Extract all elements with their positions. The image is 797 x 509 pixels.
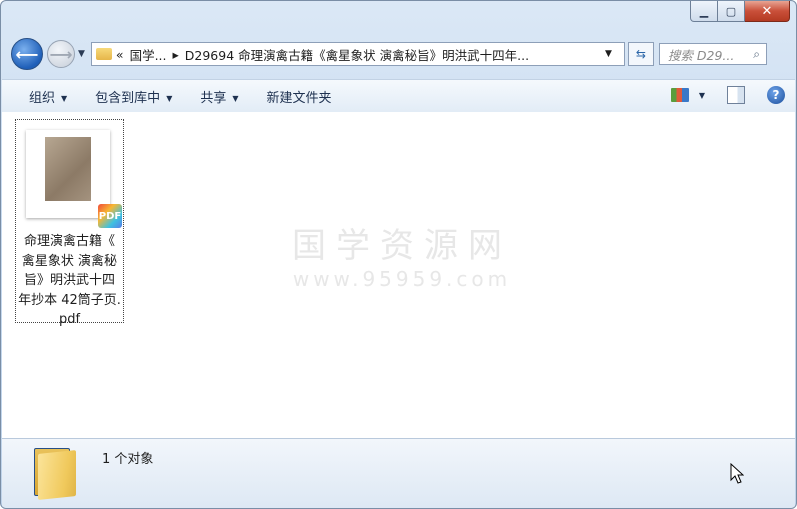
forward-button[interactable]: ⟶ xyxy=(47,40,75,68)
explorer-window: ▁ ▢ ✕ ⟵ ⟶ ▼ « 国学... ▸ D29694 命理演禽古籍《禽星象状… xyxy=(0,0,797,509)
maximize-button[interactable]: ▢ xyxy=(718,1,745,22)
close-button[interactable]: ✕ xyxy=(745,1,790,22)
watermark-title: 国学资源网 xyxy=(292,226,512,266)
view-controls: ▼ ? xyxy=(670,86,785,104)
command-bar: 组织 ▼ 包含到库中 ▼ 共享 ▼ 新建文件夹 ▼ ? xyxy=(2,79,795,113)
refresh-icon: ⇆ xyxy=(635,47,646,61)
file-name-line: pdf xyxy=(58,312,81,327)
view-options-icon[interactable] xyxy=(670,88,689,102)
breadcrumb-separator[interactable]: ▸ xyxy=(173,47,179,62)
folder-icon xyxy=(34,444,78,500)
history-dropdown[interactable]: ▼ xyxy=(78,49,85,59)
share-label: 共享 xyxy=(200,90,227,106)
arrow-right-icon: ⟶ xyxy=(49,44,73,64)
watermark: 国学资源网 www.95959.com xyxy=(277,218,527,291)
mouse-cursor-icon xyxy=(730,463,744,484)
file-name-line: 旨》明洪武十四 xyxy=(23,273,115,288)
include-library-button[interactable]: 包含到库中 ▼ xyxy=(81,87,186,106)
watermark-url: www.95959.com xyxy=(292,267,512,291)
file-name-line: 年抄本 42筒子页. xyxy=(18,292,121,308)
chevron-down-icon: ▼ xyxy=(232,93,239,103)
search-placeholder: 搜索 D29... xyxy=(667,47,735,63)
address-bar[interactable]: « 国学... ▸ D29694 命理演禽古籍《禽星象状 演禽秘旨》明洪武十四年… xyxy=(90,42,625,66)
chevron-down-icon: ▼ xyxy=(61,93,68,103)
breadcrumb-segment-1[interactable]: 国学... xyxy=(130,45,167,64)
file-name-line: 禽星象状 演禽秘 xyxy=(21,253,118,269)
breadcrumb-segment-2[interactable]: D29694 命理演禽古籍《禽星象状 演禽秘旨》明洪武十四年... xyxy=(185,45,529,64)
include-library-label: 包含到库中 xyxy=(95,90,161,106)
file-name-label: 命理演禽古籍《 禽星象状 演禽秘 旨》明洪武十四 年抄本 42筒子页. pdf xyxy=(16,232,123,330)
share-button[interactable]: 共享 ▼ xyxy=(186,87,252,106)
refresh-button[interactable]: ⇆ xyxy=(627,42,654,66)
file-name-line: 命理演禽古籍《 xyxy=(23,234,115,249)
pdf-icon: PDF xyxy=(98,204,122,228)
organize-label: 组织 xyxy=(29,90,56,106)
new-folder-button[interactable]: 新建文件夹 xyxy=(253,87,346,106)
view-dropdown-icon[interactable]: ▼ xyxy=(699,91,705,100)
arrow-left-icon: ⟵ xyxy=(15,44,39,64)
scanned-page-image xyxy=(45,137,91,201)
preview-pane-icon[interactable] xyxy=(727,86,745,104)
file-list-area[interactable]: 国学资源网 www.95959.com PDF 命理演禽古籍《 禽星象状 演禽秘… xyxy=(2,112,795,438)
folder-icon xyxy=(95,48,112,60)
navigation-bar: ⟵ ⟶ ▼ « 国学... ▸ D29694 命理演禽古籍《禽星象状 演禽秘旨》… xyxy=(11,37,786,71)
organize-button[interactable]: 组织 ▼ xyxy=(15,87,81,106)
minimize-button[interactable]: ▁ xyxy=(690,1,718,22)
details-pane: 1 个对象 xyxy=(2,438,795,508)
address-dropdown-icon[interactable]: ▼ xyxy=(605,49,612,59)
address-chevron[interactable]: « xyxy=(116,47,124,62)
chevron-down-icon: ▼ xyxy=(166,93,173,103)
file-item[interactable]: PDF 命理演禽古籍《 禽星象状 演禽秘 旨》明洪武十四 年抄本 42筒子页. … xyxy=(15,119,124,327)
back-button[interactable]: ⟵ xyxy=(11,38,43,70)
caption-buttons: ▁ ▢ ✕ xyxy=(690,1,790,22)
item-count: 1 个对象 xyxy=(102,452,154,467)
help-icon[interactable]: ? xyxy=(767,86,785,104)
search-input[interactable]: 搜索 D29... ⌕ xyxy=(658,43,767,65)
search-icon[interactable]: ⌕ xyxy=(753,47,760,62)
